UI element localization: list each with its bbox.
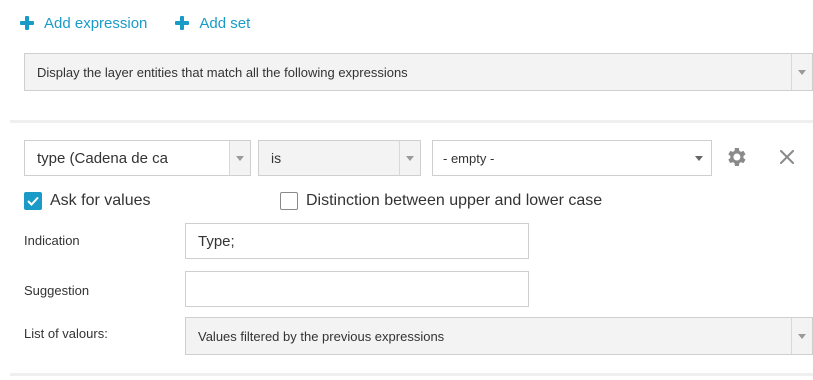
value-select[interactable]: - empty - [432, 140, 712, 176]
actions-bar: Add expression Add set [20, 10, 278, 36]
case-sensitive-checkbox[interactable] [280, 192, 298, 210]
indication-label: Indication [24, 233, 80, 248]
field-select-value: type (Cadena de ca [37, 149, 168, 167]
value-select-value: - empty - [443, 150, 495, 166]
chevron-down-icon[interactable] [687, 155, 711, 161]
field-select[interactable]: type (Cadena de ca [24, 140, 251, 176]
list-of-values-select[interactable]: Values filtered by the previous expressi… [185, 317, 813, 355]
list-of-values-value: Values filtered by the previous expressi… [198, 328, 445, 344]
add-expression-label: Add expression [44, 14, 148, 32]
indication-field[interactable] [185, 223, 529, 259]
plus-icon [175, 16, 190, 30]
chevron-down-icon[interactable] [399, 141, 420, 175]
case-sensitive-option[interactable]: Distinction between upper and lower case [280, 192, 602, 210]
ask-for-values-checkbox[interactable] [24, 192, 42, 210]
chevron-down-icon[interactable] [791, 54, 812, 90]
section-divider-bottom [10, 373, 813, 376]
ask-for-values-option[interactable]: Ask for values [24, 192, 150, 210]
add-set-label: Add set [199, 14, 251, 32]
list-of-values-label: List of valours: [24, 326, 108, 341]
match-mode-select[interactable]: Display the layer entities that match al… [24, 53, 813, 91]
checkmark-icon [27, 196, 39, 206]
operator-select-value: is [271, 150, 282, 166]
match-mode-value: Display the layer entities that match al… [37, 64, 408, 80]
suggestion-field[interactable] [185, 271, 529, 307]
case-sensitive-label: Distinction between upper and lower case [306, 192, 603, 209]
section-divider-top [10, 120, 813, 123]
add-set-button[interactable]: Add set [175, 15, 250, 32]
suggestion-label: Suggestion [24, 283, 90, 298]
plus-icon [20, 16, 34, 30]
operator-select[interactable]: is [258, 140, 421, 176]
add-expression-button[interactable]: Add expression [20, 15, 147, 32]
chevron-down-icon[interactable] [229, 141, 250, 175]
close-icon[interactable] [775, 145, 799, 169]
filter-panel: Add expression Add set Display the layer… [0, 0, 813, 380]
ask-for-values-label: Ask for values [50, 192, 151, 209]
chevron-down-icon[interactable] [791, 318, 812, 354]
gear-icon[interactable] [724, 145, 748, 169]
